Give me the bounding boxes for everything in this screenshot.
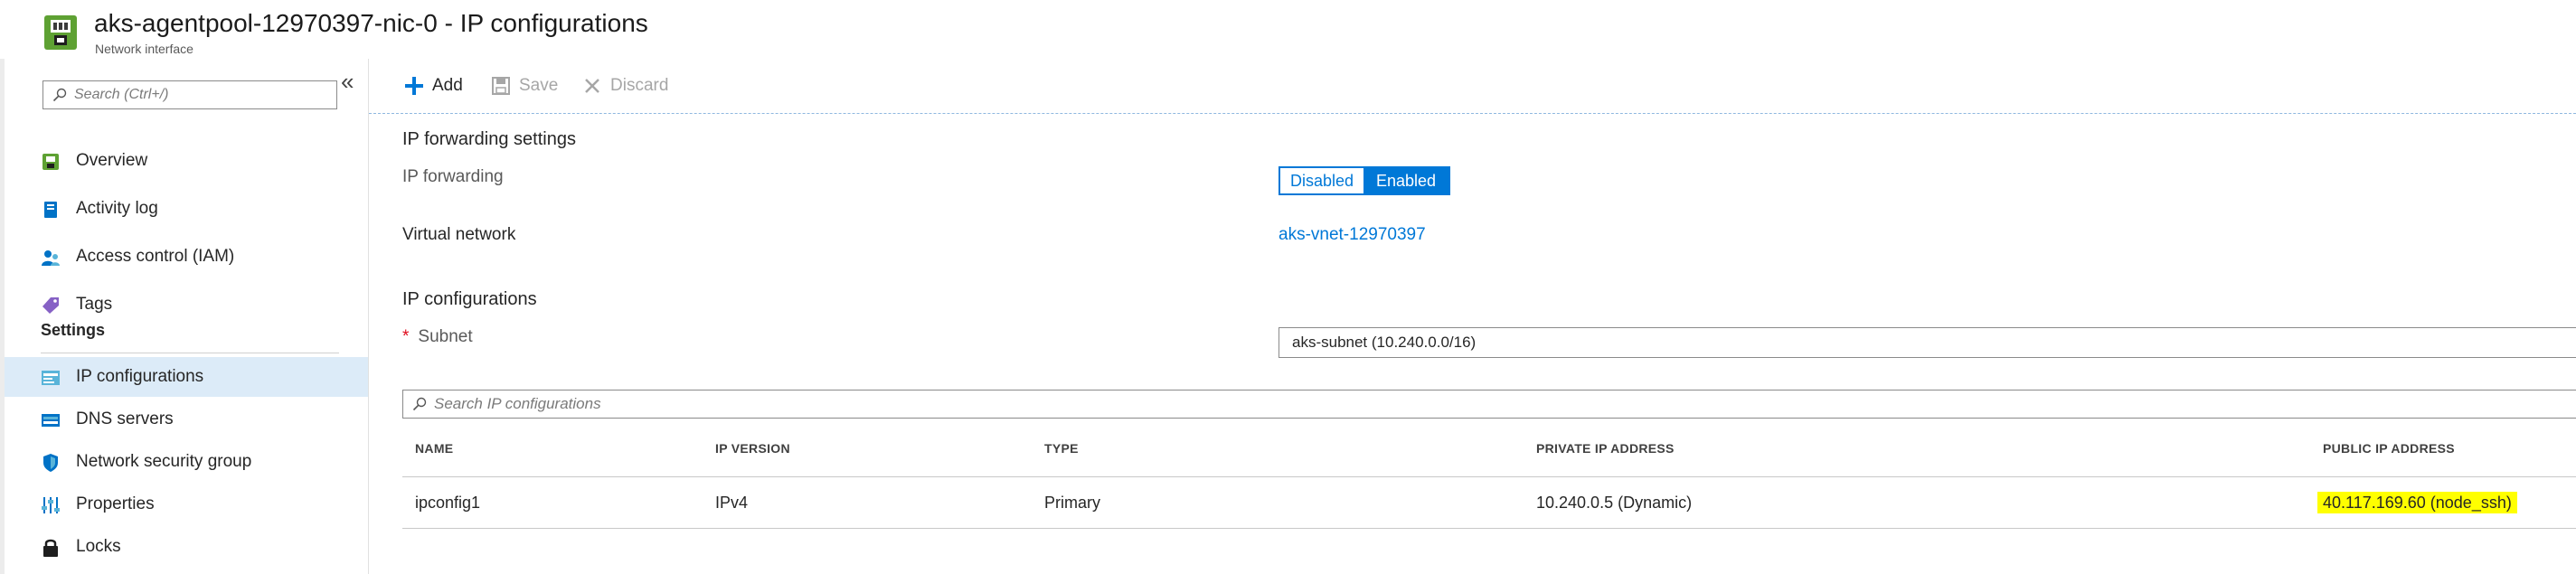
sidebar-item-label: Network security group (76, 452, 252, 471)
add-button-label: Add (432, 76, 463, 95)
save-button-label: Save (519, 76, 559, 95)
sidebar-item-label: Overview (76, 151, 148, 170)
menu-search-box[interactable] (42, 80, 337, 109)
blade-header: aks-agentpool-12970397-nic-0 - IP config… (0, 0, 2576, 59)
resource-menu: « Overview Activity log Access control (… (5, 59, 369, 574)
sidebar-item-label: DNS servers (76, 409, 174, 428)
page-subtitle: Network interface (95, 42, 193, 56)
cell-ip-version: IPv4 (715, 494, 749, 512)
plus-icon (403, 75, 425, 97)
sidebar-item-label: Properties (76, 494, 155, 513)
sidebar-item-ip-configurations[interactable]: IP configurations (5, 357, 368, 397)
required-marker: * (402, 327, 410, 346)
activity-log-icon (41, 200, 61, 220)
sidebar-item-label: Tags (76, 295, 113, 314)
subnet-value: aks-subnet (10.240.0.0/16) (1292, 334, 1477, 351)
search-icon (412, 397, 427, 411)
sidebar-item-label: Activity log (76, 199, 158, 218)
save-icon (490, 75, 512, 97)
discard-button-label: Discard (610, 76, 669, 95)
menu-search-input[interactable] (74, 87, 327, 103)
ip-forwarding-label: IP forwarding (402, 167, 504, 186)
cell-private-ip: 10.240.0.5 (Dynamic) (1536, 494, 1693, 512)
ip-forwarding-toggle[interactable]: Disabled Enabled (1279, 166, 1450, 195)
shield-icon (41, 453, 61, 473)
tag-icon (41, 296, 61, 315)
lock-icon (41, 538, 61, 558)
discard-button[interactable]: Discard (581, 75, 668, 97)
page-title: aks-agentpool-12970397-nic-0 - IP config… (94, 9, 648, 37)
command-bar: Add Save Discard (369, 59, 2576, 114)
search-icon (52, 88, 67, 102)
public-ip-highlight: 40.117.169.60 (node_ssh) (2317, 492, 2517, 513)
add-button[interactable]: Add (403, 75, 463, 97)
dns-icon (41, 410, 61, 430)
column-header-ip-version[interactable]: IP VERSION (715, 441, 790, 456)
sidebar-item-label: Access control (IAM) (76, 247, 235, 266)
sidebar-item-properties[interactable]: Properties (5, 485, 368, 524)
save-button[interactable]: Save (490, 75, 558, 97)
sidebar-item-label: Locks (76, 537, 121, 556)
sidebar-item-dns-servers[interactable]: DNS servers (5, 400, 368, 439)
column-header-name[interactable]: NAME (415, 441, 453, 456)
column-header-private-ip[interactable]: PRIVATE IP ADDRESS (1536, 441, 1675, 456)
column-header-type[interactable]: TYPE (1044, 441, 1079, 456)
ip-config-icon (41, 368, 61, 388)
ip-configurations-section-title: IP configurations (402, 289, 537, 309)
cell-public-ip: 40.117.169.60 (node_ssh) (2317, 492, 2517, 513)
cell-name: ipconfig1 (415, 494, 481, 512)
ip-config-search-box[interactable] (402, 390, 2576, 419)
ip-config-search-input[interactable] (434, 395, 977, 413)
network-interface-icon (43, 14, 78, 51)
sidebar-item-iam[interactable]: Access control (IAM) (5, 237, 368, 277)
collapse-menu-button[interactable]: « (341, 70, 354, 93)
table-row[interactable]: ipconfig1 IPv4 Primary 10.240.0.5 (Dynam… (402, 477, 2576, 529)
sidebar-item-activity-log[interactable]: Activity log (5, 189, 368, 229)
ip-forwarding-section-title: IP forwarding settings (402, 129, 576, 149)
subnet-dropdown[interactable]: aks-subnet (10.240.0.0/16) (1279, 327, 2576, 358)
sidebar-item-locks[interactable]: Locks (5, 527, 368, 567)
column-header-public-ip[interactable]: PUBLIC IP ADDRESS (2323, 441, 2455, 456)
toggle-enabled-option[interactable]: Enabled (1363, 168, 1448, 193)
sidebar-item-label: IP configurations (76, 367, 204, 386)
overview-icon (41, 152, 61, 172)
properties-icon (41, 495, 61, 515)
sidebar-item-tags[interactable]: Tags (5, 285, 368, 325)
subnet-label: * Subnet (402, 327, 473, 347)
virtual-network-label: Virtual network (402, 225, 516, 244)
settings-section-label: Settings (41, 321, 106, 339)
virtual-network-link[interactable]: aks-vnet-12970397 (1279, 225, 1426, 245)
toggle-disabled-option[interactable]: Disabled (1280, 168, 1363, 193)
subnet-label-text: Subnet (418, 327, 473, 346)
main-content: Add Save Discard IP forwarding settings … (369, 59, 2576, 574)
close-icon (581, 75, 603, 97)
cell-type: Primary (1044, 494, 1100, 512)
iam-icon (41, 248, 61, 268)
sidebar-item-overview[interactable]: Overview (5, 141, 368, 181)
sidebar-item-network-security-group[interactable]: Network security group (5, 442, 368, 482)
